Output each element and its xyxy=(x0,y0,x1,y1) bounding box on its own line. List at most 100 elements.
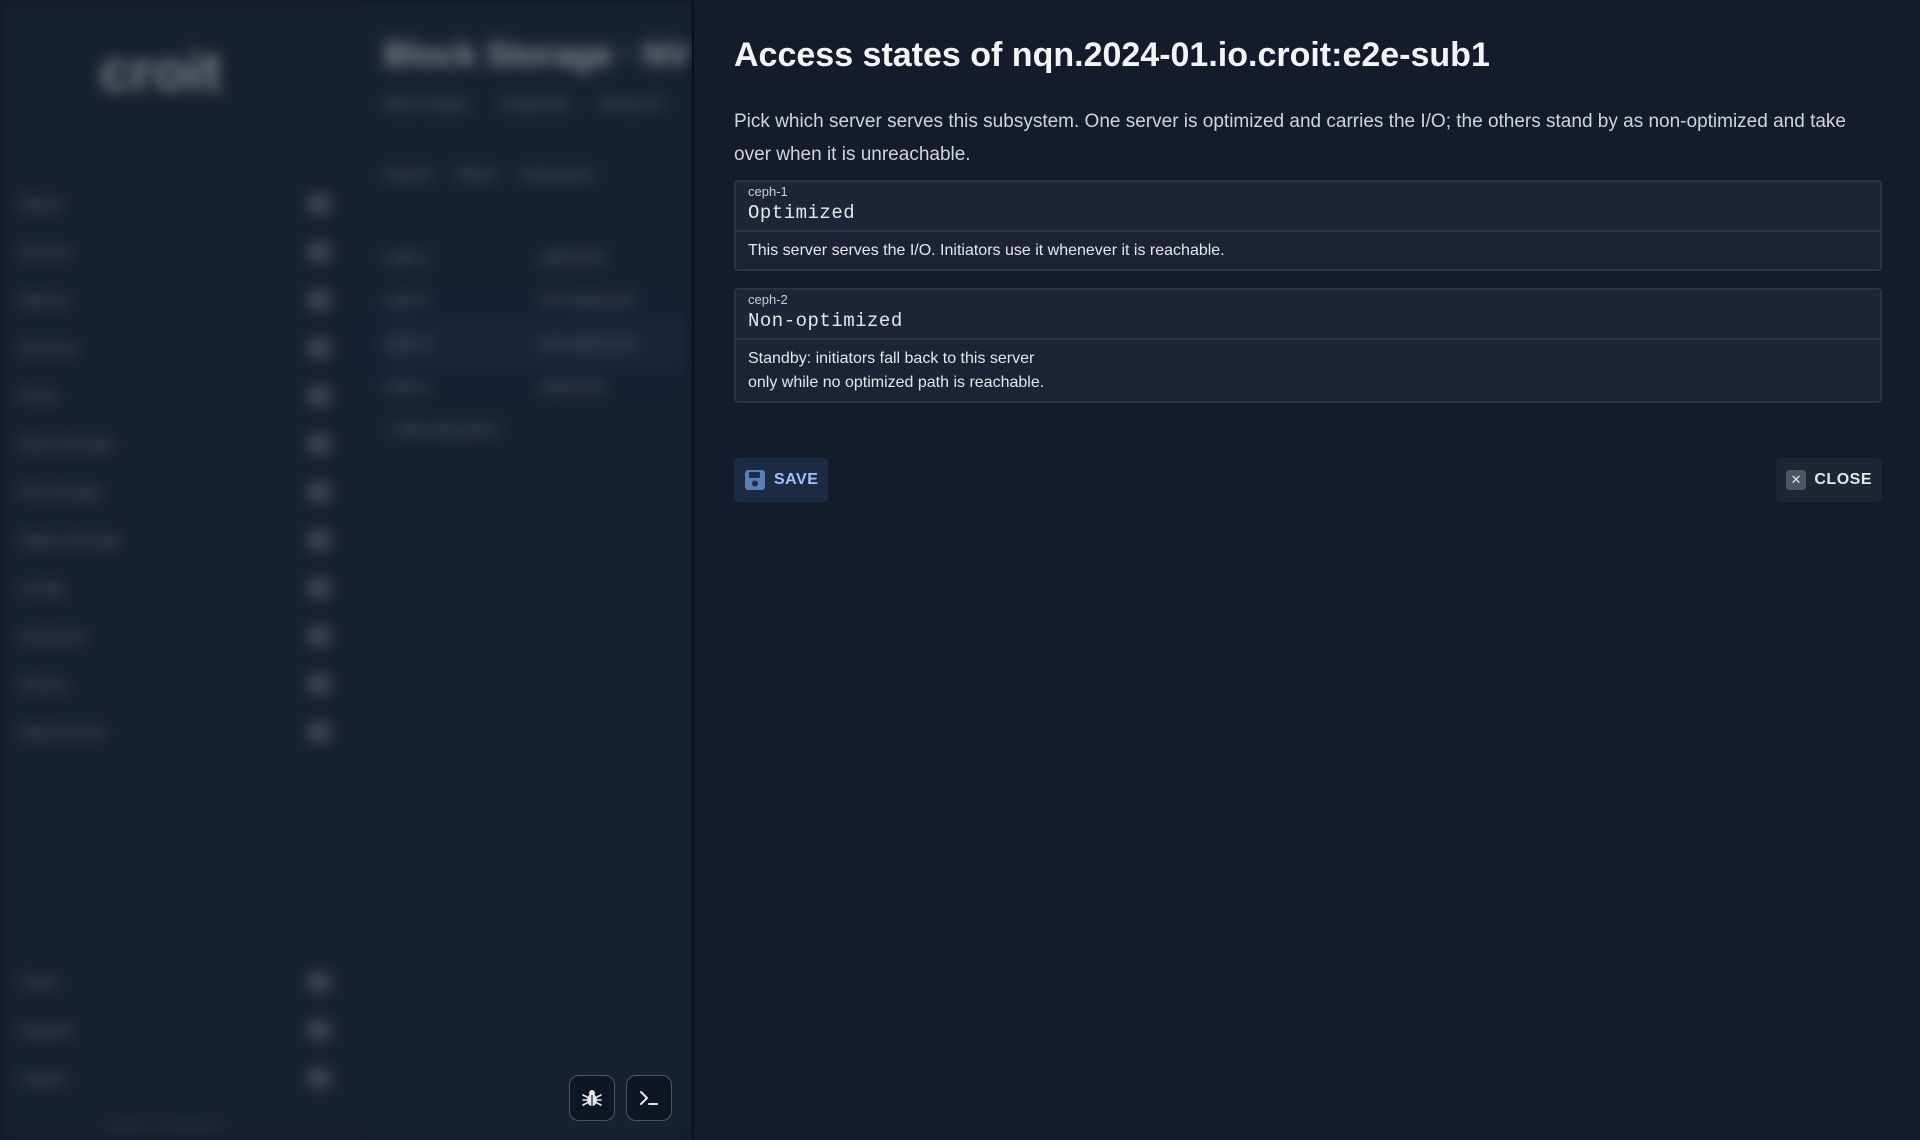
bg-tabs: RBD Images Snapshots NVMe-oF xyxy=(384,96,664,113)
bg-nav-label: Servers xyxy=(20,243,72,261)
bg-cell: optimized xyxy=(539,249,605,266)
bg-nav-icon xyxy=(308,387,330,405)
bg-nav-item: Maintenance xyxy=(20,708,330,756)
bg-nav-label: Metrics xyxy=(20,291,69,309)
bg-nav-icon xyxy=(308,579,330,597)
bg-nav-icon xyxy=(308,243,330,261)
bg-nav-item: Services xyxy=(20,324,330,372)
bg-tab: RBD Images xyxy=(384,96,470,113)
bg-nav-label: Tasks xyxy=(20,973,59,991)
bg-nav-label: Pools xyxy=(20,387,58,405)
bg-nav-icon xyxy=(308,675,330,693)
access-states-drawer: Access states of nqn.2024-01.io.croit:e2… xyxy=(692,0,1920,1140)
bg-nav-icon xyxy=(308,723,330,741)
bg-nav-icon xyxy=(308,531,330,549)
bg-nav-label: Object Storage xyxy=(20,531,121,549)
bg-nav-icon xyxy=(308,435,330,453)
bg-nav-item: Support xyxy=(20,1006,330,1054)
bg-nav-icon xyxy=(308,627,330,645)
bg-add-row: + Add subsystem xyxy=(384,408,684,451)
bg-cell: ceph-2 xyxy=(384,292,430,309)
bg-nav-label: Logout xyxy=(20,1069,66,1087)
bg-nav-item: Hardware xyxy=(20,612,330,660)
bg-table-row: ceph-2 non-optimized xyxy=(384,279,684,322)
bg-table-row: ceph-3 non-optimized xyxy=(384,322,684,365)
bg-page-title: Block Storage · NVMe xyxy=(384,36,692,74)
debug-button[interactable] xyxy=(569,1075,615,1121)
close-button[interactable]: ✕ CLOSE xyxy=(1776,458,1882,502)
close-label: CLOSE xyxy=(1814,471,1872,488)
access-state-card: ceph-2 Non-optimized Standby: initiators… xyxy=(734,288,1882,403)
server-name-label: ceph-2 xyxy=(748,292,788,307)
bg-logo: croit xyxy=(100,39,222,102)
bg-filters: Search Filters Subsystem xyxy=(384,166,595,183)
bg-nav-icon xyxy=(308,291,330,309)
bg-filter: Search xyxy=(384,166,432,183)
bg-tab: NVMe-oF xyxy=(599,96,665,113)
bg-nav-item: Logout xyxy=(20,1054,330,1102)
bg-nav-item: History xyxy=(20,660,330,708)
bg-tab: Snapshots xyxy=(499,96,570,113)
access-state-select[interactable]: ceph-1 Optimized xyxy=(736,182,1880,232)
bg-nav-icon xyxy=(308,339,330,357)
bg-add-label: + Add subsystem xyxy=(384,421,499,438)
access-state-value: Optimized xyxy=(748,202,856,224)
bg-filter: Filters xyxy=(455,166,497,183)
terminal-icon xyxy=(640,1091,658,1105)
bg-table: ceph-1 optimized ceph-2 non-optimized ceph… xyxy=(384,236,684,451)
bg-nav-label: Config xyxy=(20,579,64,597)
server-name-label: ceph-1 xyxy=(748,184,788,199)
floppy-disk-icon xyxy=(745,470,765,490)
access-state-card: ceph-1 Optimized This server serves the … xyxy=(734,180,1882,271)
bg-cell: optimized xyxy=(539,378,605,395)
bg-nav-item: Metrics xyxy=(20,276,330,324)
bg-nav-list: Status Servers Metrics Services Pools Bl… xyxy=(20,180,330,756)
bg-table-row: ceph-4 optimized xyxy=(384,365,684,408)
bg-filter: Subsystem xyxy=(520,166,595,183)
bg-nav-item: Tasks xyxy=(20,958,330,1006)
bg-nav-label: File Storage xyxy=(20,483,101,501)
bg-nav-label: Services xyxy=(20,339,78,357)
bg-nav-label: History xyxy=(20,675,67,693)
bg-cell: non-optimized xyxy=(539,335,635,352)
bg-nav-item: Pools xyxy=(20,372,330,420)
help-text: only while no optimized path is reachabl… xyxy=(748,374,1045,391)
bg-nav-item: File Storage xyxy=(20,468,330,516)
bg-nav-label: Status xyxy=(20,195,63,213)
save-button[interactable]: SAVE xyxy=(734,458,829,502)
bg-nav-label: Maintenance xyxy=(20,723,106,741)
app-root: croit Status Servers Metrics Services Po… xyxy=(0,0,1920,1140)
drawer-description: Pick which server serves this subsystem.… xyxy=(734,111,1846,165)
bg-nav-bottom: Tasks Support Logout xyxy=(20,958,330,1102)
bg-cell: ceph-1 xyxy=(384,249,430,266)
bg-main: Block Storage · NVMe RBD Images Snapshot… xyxy=(360,0,692,1140)
access-state-select[interactable]: ceph-2 Non-optimized xyxy=(736,290,1880,340)
help-text: Standby: initiators fall back to this se… xyxy=(748,350,1035,367)
bg-nav-icon xyxy=(308,483,330,501)
bg-nav-item: Config xyxy=(20,564,330,612)
bg-table-row: ceph-1 optimized xyxy=(384,236,684,279)
bg-nav-icon xyxy=(308,1069,330,1087)
drawer-title: Access states of nqn.2024-01.io.croit:e2… xyxy=(734,36,1490,74)
bg-cell: ceph-3 xyxy=(384,335,430,352)
bg-sidebar: croit Status Servers Metrics Services Po… xyxy=(0,0,360,1140)
bg-nav-item: Status xyxy=(20,180,330,228)
bug-icon xyxy=(582,1090,602,1106)
bg-nav-item: Block Storage xyxy=(20,420,330,468)
save-label: SAVE xyxy=(774,471,819,488)
bg-nav-item: Object Storage xyxy=(20,516,330,564)
bg-nav-icon xyxy=(308,1021,330,1039)
close-icon: ✕ xyxy=(1786,470,1807,490)
access-state-help: This server serves the I/O. Initiators u… xyxy=(736,232,1880,269)
bg-nav-label: Support xyxy=(20,1021,73,1039)
bg-nav-icon xyxy=(308,973,330,991)
background-app: croit Status Servers Metrics Services Po… xyxy=(0,0,692,1140)
bg-version: v2507.0.1234abcd xyxy=(106,1122,222,1136)
bg-cell: ceph-4 xyxy=(384,378,430,395)
access-state-value: Non-optimized xyxy=(748,310,903,332)
access-state-help: Standby: initiators fall back to this se… xyxy=(736,340,1880,401)
bg-nav-icon xyxy=(308,195,330,213)
bg-cell: non-optimized xyxy=(539,292,635,309)
terminal-button[interactable] xyxy=(626,1075,672,1121)
bg-nav-label: Hardware xyxy=(20,627,86,645)
